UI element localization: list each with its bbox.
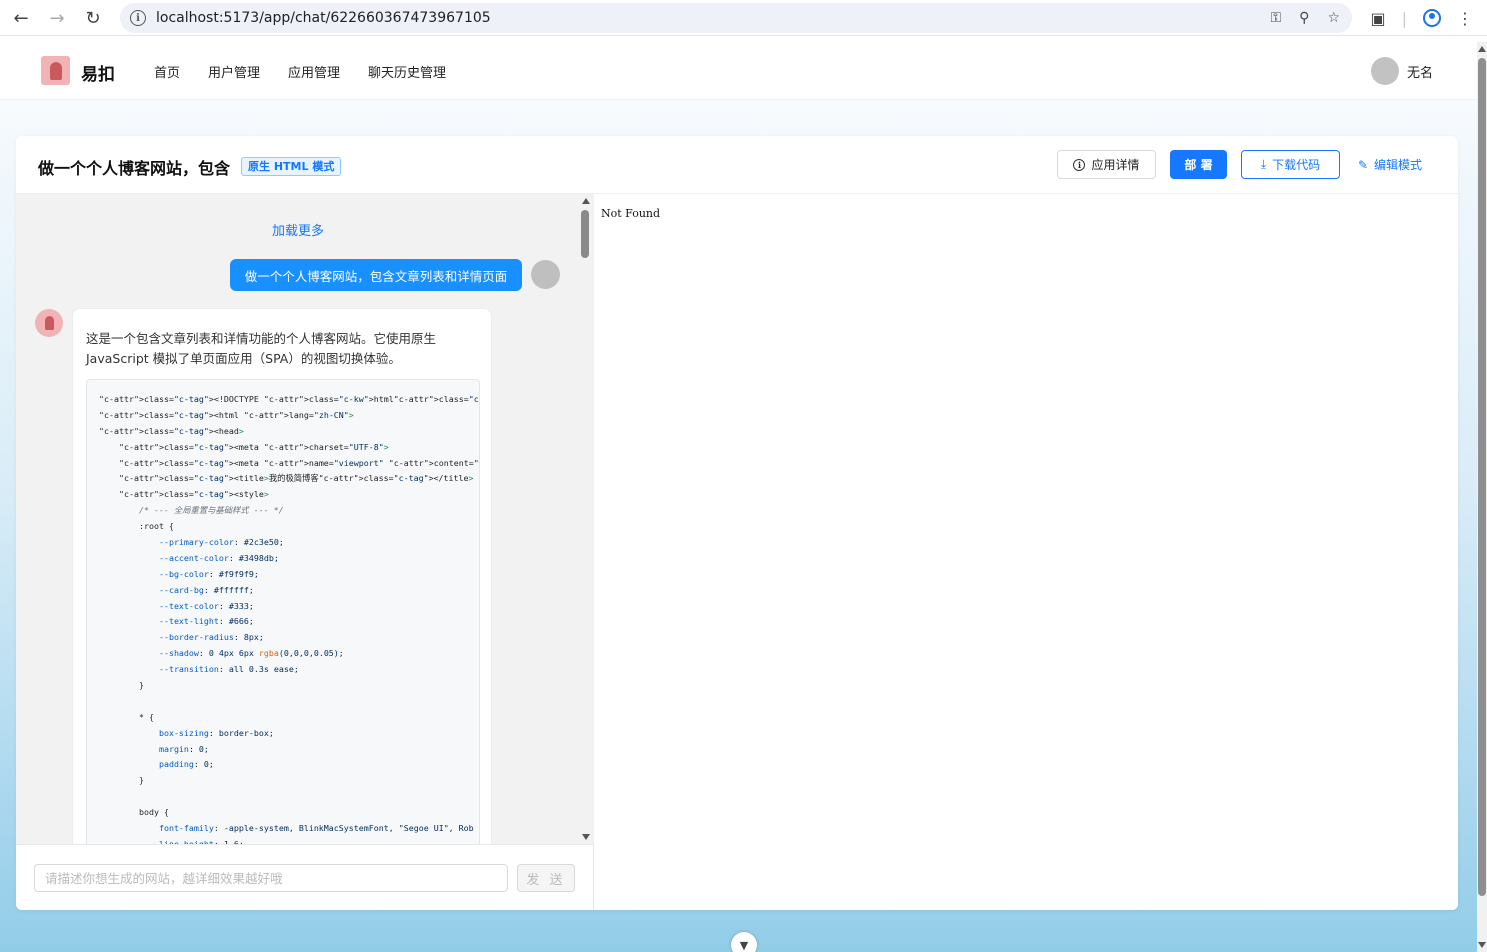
- code-block[interactable]: "c-attr">class="c-tag"><!DOCTYPE "c-attr…: [86, 379, 480, 844]
- code-line: "c-attr">class="c-tag"><style>: [118, 489, 269, 500]
- logo-text[interactable]: 易扣: [81, 60, 115, 85]
- chat-pane: 加载更多 做一个个人博客网站，包含文章列表和详情页面 这是一个包含文章列表和详情…: [16, 194, 594, 910]
- chat-input-area: 发 送: [16, 844, 593, 910]
- nav-home[interactable]: 首页: [140, 62, 194, 81]
- code-line: --text-light: #666;: [158, 616, 254, 627]
- code-line: font-family: -apple-system, BlinkMacSyst…: [158, 823, 474, 834]
- code-line: --accent-color: #3498db;: [158, 552, 279, 563]
- page-scrollbar-thumb[interactable]: [1478, 58, 1486, 896]
- scroll-down-icon[interactable]: [582, 834, 590, 840]
- scroll-up-icon[interactable]: [582, 198, 590, 204]
- code-line: "c-attr">class="c-tag"><head>: [99, 425, 244, 436]
- code-line: --card-bg: #ffffff;: [158, 584, 254, 595]
- avatar[interactable]: [1370, 57, 1399, 85]
- chat-input[interactable]: [34, 864, 508, 892]
- user-chat-avatar: [531, 260, 560, 289]
- deploy-button[interactable]: 部 署: [1170, 150, 1227, 179]
- code-line: --shadow: 0 4px 6px rgba(0,0,0,0.05);: [158, 648, 344, 659]
- app-card: 做一个个人博客网站，包含 原生 HTML 模式 i 应用详情 部 署 ⤓ 下载代…: [16, 136, 1458, 910]
- key-icon[interactable]: ⚿: [1271, 10, 1282, 26]
- code-line: --border-radius: 8px;: [158, 632, 264, 643]
- nav-app-management[interactable]: 应用管理: [274, 62, 354, 81]
- site-info-icon[interactable]: i: [130, 10, 146, 26]
- code-line: "c-attr">class="c-tag"><meta "c-attr">na…: [118, 457, 479, 468]
- code-line: --text-color: #333;: [158, 600, 254, 611]
- preview-text: Not Found: [601, 207, 661, 220]
- code-line: box-sizing: border-box;: [158, 727, 274, 738]
- code-line: "c-attr">class="c-tag"><html "c-attr">la…: [99, 409, 354, 420]
- app-title: 做一个个人博客网站，包含: [38, 159, 231, 178]
- code-line: --primary-color: #2c3e50;: [158, 537, 284, 548]
- code-lines: "c-attr">class="c-tag"><!DOCTYPE "c-attr…: [99, 392, 479, 844]
- scrollbar-thumb[interactable]: [581, 210, 589, 258]
- user-message: 做一个个人博客网站，包含文章列表和详情页面: [230, 259, 522, 291]
- back-icon[interactable]: ←: [3, 0, 39, 36]
- star-icon[interactable]: ☆: [1327, 10, 1340, 26]
- code-line: }: [99, 775, 144, 786]
- card-header: 做一个个人博客网站，包含 原生 HTML 模式 i 应用详情 部 署 ⤓ 下载代…: [16, 136, 1458, 194]
- edit-mode-button[interactable]: ✎ 编辑模式: [1349, 150, 1431, 179]
- forward-icon[interactable]: →: [39, 0, 75, 36]
- code-line: padding: 0;: [158, 759, 214, 770]
- url-text[interactable]: localhost:5173/app/chat/6226603674739671…: [156, 10, 491, 26]
- page-scroll-up-icon[interactable]: [1478, 46, 1486, 52]
- app-detail-button[interactable]: i 应用详情: [1057, 150, 1156, 179]
- nav-user-management[interactable]: 用户管理: [194, 62, 274, 81]
- code-line: * {: [99, 711, 154, 722]
- edit-label: 编辑模式: [1374, 158, 1423, 172]
- chat-messages[interactable]: 加载更多 做一个个人博客网站，包含文章列表和详情页面 这是一个包含文章列表和详情…: [16, 194, 578, 844]
- code-line: "c-attr">class="c-tag"><title>我的极简博客"c-a…: [118, 473, 474, 484]
- page-scrollbar[interactable]: [1477, 42, 1487, 952]
- download-code-button[interactable]: ⤓ 下载代码: [1241, 150, 1340, 179]
- address-bar[interactable]: i localhost:5173/app/chat/62266036747396…: [120, 3, 1352, 33]
- code-line: "c-attr">class="c-tag"><!DOCTYPE "c-attr…: [99, 394, 479, 404]
- app-page: 易扣 首页 用户管理 应用管理 聊天历史管理 无名 做一个个人博客网站，包含 原…: [0, 42, 1477, 952]
- download-label: 下载代码: [1272, 158, 1321, 172]
- reload-icon[interactable]: ↻: [75, 0, 111, 36]
- ai-message-text: 这是一个包含文章列表和详情功能的个人博客网站。它使用原生 JavaScript …: [86, 331, 437, 366]
- user-menu[interactable]: 无名: [1370, 57, 1433, 85]
- code-line: line-height: 1.6;: [158, 838, 244, 844]
- page-scroll-down-icon[interactable]: [1478, 942, 1486, 948]
- info-icon: i: [1073, 158, 1086, 171]
- chat-scrollbar[interactable]: [578, 194, 594, 844]
- code-line: --bg-color: #f9f9f9;: [158, 568, 259, 579]
- ai-message: 这是一个包含文章列表和详情功能的个人博客网站。它使用原生 JavaScript …: [72, 308, 492, 844]
- code-line: }: [99, 680, 144, 691]
- nav-chat-history[interactable]: 聊天历史管理: [354, 62, 460, 81]
- edit-icon: ✎: [1357, 157, 1369, 172]
- profile-icon[interactable]: [1423, 9, 1441, 27]
- ai-avatar-icon: [35, 309, 63, 337]
- app-header: 易扣 首页 用户管理 应用管理 聊天历史管理 无名: [0, 42, 1477, 100]
- code-line: --transition: all 0.3s ease;: [158, 664, 299, 675]
- browser-toolbar: ← → ↻ i localhost:5173/app/chat/62266036…: [0, 0, 1487, 36]
- top-nav: 首页 用户管理 应用管理 聊天历史管理: [140, 42, 460, 100]
- app-detail-label: 应用详情: [1091, 158, 1140, 172]
- code-line: "c-attr">class="c-tag"><meta "c-attr">ch…: [118, 441, 389, 452]
- menu-icon[interactable]: ⋮: [1457, 9, 1473, 28]
- logo-icon[interactable]: [41, 56, 70, 85]
- load-more-link[interactable]: 加载更多: [272, 220, 324, 239]
- code-line: :root {: [99, 521, 174, 532]
- send-button[interactable]: 发 送: [517, 864, 575, 892]
- code-line: /* --- 全局重置与基础样式 --- */: [99, 505, 284, 516]
- zoom-icon[interactable]: ⚲: [1299, 10, 1309, 26]
- toolbar-divider: |: [1401, 8, 1407, 28]
- preview-pane[interactable]: Not Found: [594, 194, 1458, 910]
- deploy-label: 部 署: [1184, 158, 1213, 172]
- code-line: body {: [99, 807, 169, 818]
- user-name[interactable]: 无名: [1407, 62, 1433, 81]
- code-line: margin: 0;: [158, 743, 209, 754]
- mode-tag: 原生 HTML 模式: [241, 157, 342, 176]
- chevron-down-icon[interactable]: ▼: [731, 932, 757, 952]
- download-icon: ⤓: [1260, 157, 1267, 171]
- extensions-icon[interactable]: ▣: [1370, 9, 1385, 28]
